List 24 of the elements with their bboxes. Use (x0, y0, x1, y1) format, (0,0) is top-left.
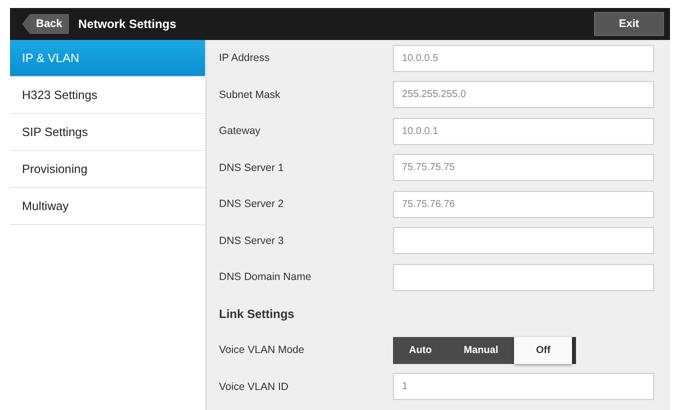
input-field[interactable]: 75.75.76.76 (393, 190, 654, 218)
field-label: Subnet Mask (219, 88, 282, 101)
input-field[interactable]: 1 (393, 373, 654, 400)
input-field[interactable]: 10.0.0.5 (393, 44, 654, 72)
mode-option[interactable]: Auto (393, 336, 448, 364)
field-label: DNS Domain Name (219, 271, 312, 284)
mode-option[interactable]: Manual (448, 336, 514, 364)
field-label: DNS Server 2 (219, 198, 285, 210)
field-label: IP Address (219, 52, 271, 64)
field-label: DNS Server 1 (219, 162, 285, 174)
mode-option[interactable]: Off (514, 336, 572, 364)
input-field[interactable] (393, 264, 654, 291)
input-field[interactable] (393, 227, 654, 254)
input-field[interactable]: 75.75.75.75 (393, 154, 654, 182)
field-label: Voice VLAN ID (219, 380, 290, 393)
input-field[interactable]: 255.255.255.0 (393, 81, 654, 108)
field-label: Voice VLAN Mode (219, 344, 306, 356)
section-heading: Link Settings (219, 306, 294, 321)
back-button[interactable]: Back (22, 14, 70, 34)
page-title: Network Settings (78, 17, 178, 31)
field-label: DNS Server 3 (219, 234, 285, 247)
input-field[interactable]: 10.0.0.1 (393, 118, 654, 145)
exit-button[interactable]: Exit (594, 12, 664, 36)
field-label: Gateway (219, 125, 262, 138)
